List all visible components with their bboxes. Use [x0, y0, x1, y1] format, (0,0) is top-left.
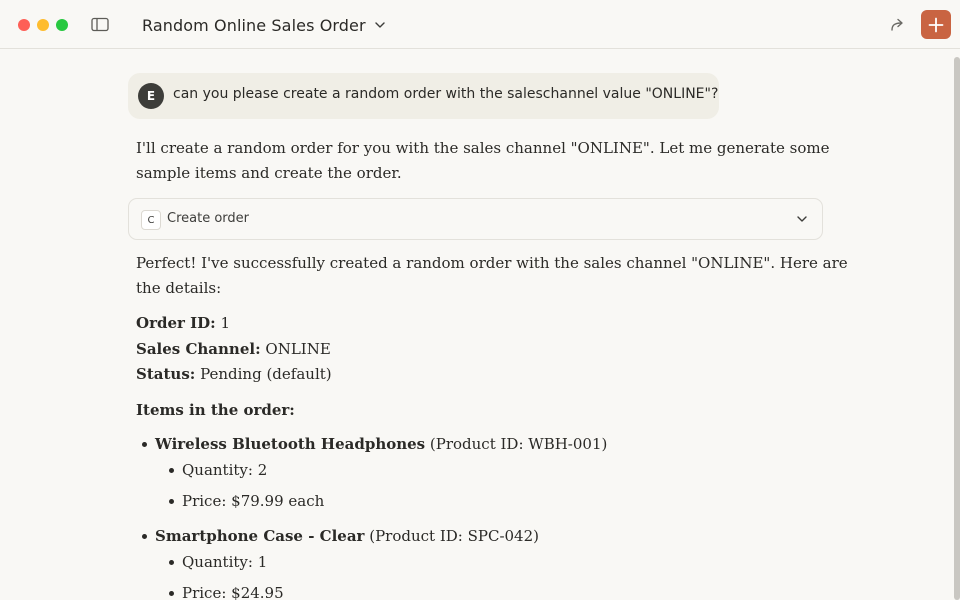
item-product-id: (Product ID: WBH-001) [425, 435, 608, 453]
chevron-down-icon [797, 216, 807, 222]
user-message: E can you please create a random order w… [128, 73, 719, 119]
bullet-icon [169, 591, 174, 596]
items-heading: Items in the order: [136, 398, 295, 423]
intro-line-1: I'll create a random order for you with … [136, 139, 830, 157]
list-item: Smartphone Case - Clear (Product ID: SPC… [155, 524, 539, 549]
scrollbar[interactable] [954, 57, 960, 600]
bullet-icon [169, 468, 174, 473]
order-id-label: Order ID: [136, 314, 216, 332]
item-quantity: Quantity: 1 [182, 553, 268, 571]
item-price: Price: $24.95 [182, 584, 284, 600]
conversation-title: Random Online Sales Order [142, 15, 366, 35]
item-name: Wireless Bluetooth Headphones [155, 435, 426, 453]
sales-channel-label: Sales Channel: [136, 340, 261, 358]
tool-call-create-order[interactable]: C Create order [128, 198, 823, 240]
chevron-down-icon [374, 22, 385, 28]
bullet-icon [142, 534, 147, 539]
sales-channel-row: Sales Channel: ONLINE [136, 337, 331, 362]
order-id-row: Order ID: 1 [136, 311, 230, 336]
status-row: Status: Pending (default) [136, 362, 332, 387]
bullet-icon [142, 442, 147, 447]
intro-line-2: sample items and create the order. [136, 164, 402, 182]
avatar: E [138, 83, 164, 109]
success-line-2: the details: [136, 279, 222, 297]
status-label: Status: [136, 365, 196, 383]
item-quantity: Quantity: 2 [182, 461, 268, 479]
tool-badge: C [141, 210, 161, 230]
minimize-window-button[interactable] [37, 19, 49, 31]
sales-channel-value: ONLINE [260, 340, 331, 358]
list-item: Wireless Bluetooth Headphones (Product I… [155, 432, 607, 457]
item-price: Price: $79.99 each [182, 492, 325, 510]
close-window-button[interactable] [18, 19, 30, 31]
title-bar: Random Online Sales Order [0, 0, 960, 49]
user-message-text: can you please create a random order wit… [173, 86, 719, 102]
success-line-1: Perfect! I've successfully created a ran… [136, 254, 848, 272]
share-arrow-icon [891, 18, 903, 31]
bullet-icon [169, 560, 174, 565]
maximize-window-button[interactable] [56, 19, 68, 31]
plus-icon [928, 17, 944, 32]
tool-label: Create order [167, 211, 249, 226]
status-value: Pending (default) [195, 365, 332, 383]
conversation-area: E can you please create a random order w… [0, 50, 952, 600]
new-chat-button[interactable] [921, 10, 951, 39]
items-heading-text: Items in the order: [136, 401, 295, 419]
order-id-value: 1 [215, 314, 230, 332]
item-product-id: (Product ID: SPC-042) [364, 527, 539, 545]
sidebar-toggle-icon[interactable] [91, 17, 109, 32]
conversation-title-dropdown[interactable]: Random Online Sales Order [142, 13, 386, 37]
bullet-icon [169, 499, 174, 504]
item-name: Smartphone Case - Clear [155, 527, 365, 545]
share-button[interactable] [886, 13, 910, 37]
